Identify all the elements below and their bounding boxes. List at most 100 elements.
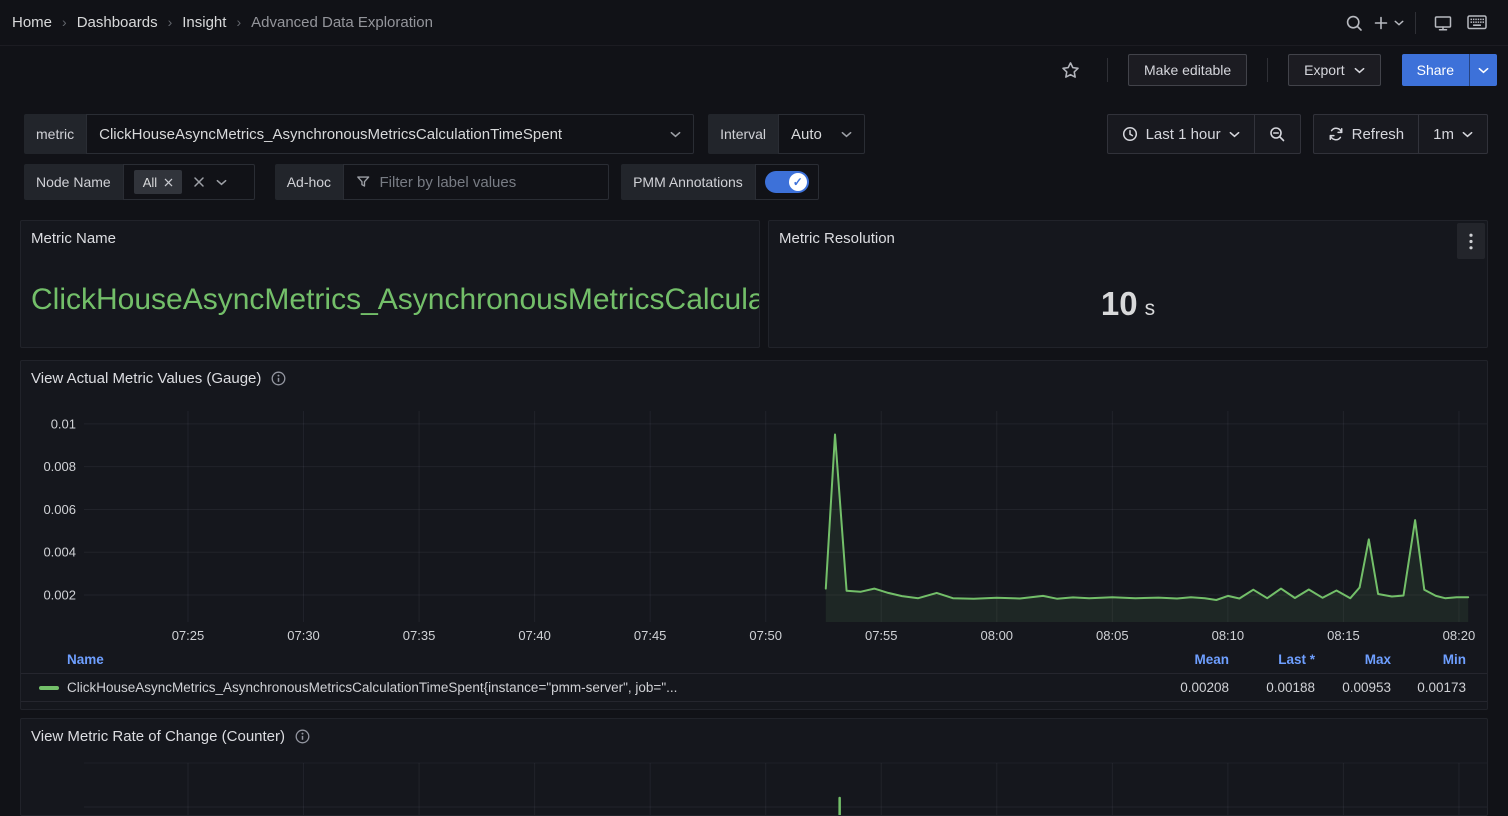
interval-variable-select[interactable]: Auto	[778, 114, 865, 154]
export-button[interactable]: Export	[1288, 54, 1380, 86]
metric-name-panel-title[interactable]: Metric Name	[21, 221, 128, 247]
favorite-star-icon[interactable]	[1053, 54, 1087, 86]
breadcrumb-insight[interactable]: Insight	[182, 14, 226, 31]
legend-stat-value: 0.00173	[1391, 680, 1466, 695]
legend-row: ClickHouseAsyncMetrics_AsynchronousMetri…	[21, 673, 1487, 702]
chevron-down-icon	[1394, 20, 1404, 26]
nav-actions	[1337, 7, 1494, 39]
breadcrumb-separator: ›	[168, 14, 173, 30]
svg-text:08:05: 08:05	[1096, 628, 1129, 643]
chevron-down-icon	[1229, 131, 1240, 138]
pmm-annotations-toggle-box: ✓	[755, 164, 819, 200]
chevron-down-icon	[670, 131, 681, 138]
adhoc-filter-label: Ad-hoc	[275, 164, 343, 200]
interval-variable: Interval Auto	[708, 114, 865, 154]
adhoc-filter-input[interactable]	[380, 174, 597, 191]
gauge-chart-plot[interactable]: 0.0020.0040.0060.0080.0107:2507:3007:350…	[21, 361, 1488, 647]
metric-name-panel: Metric Name ClickHouseAsyncMetrics_Async…	[20, 220, 760, 348]
legend-stat-header[interactable]: Min	[1391, 652, 1466, 667]
gauge-legend: Name MeanLast *MaxMin ClickHouseAsyncMet…	[21, 645, 1487, 702]
refresh-interval-select[interactable]: 1m	[1419, 115, 1487, 153]
breadcrumb-separator: ›	[62, 14, 67, 30]
svg-text:07:25: 07:25	[172, 628, 205, 643]
svg-text:07:50: 07:50	[749, 628, 782, 643]
metric-variable-label: metric	[24, 114, 86, 154]
metric-resolution-panel: Metric Resolution 10s	[768, 220, 1488, 348]
time-range-picker[interactable]: Last 1 hour	[1108, 115, 1254, 153]
breadcrumb-dashboards[interactable]: Dashboards	[77, 14, 158, 31]
svg-text:0.006: 0.006	[43, 502, 76, 517]
search-icon[interactable]	[1337, 7, 1371, 39]
svg-text:07:55: 07:55	[865, 628, 898, 643]
dashboard-toolbar: Make editable Export Share	[0, 46, 1508, 94]
svg-text:08:00: 08:00	[981, 628, 1014, 643]
metric-variable-select[interactable]: ClickHouseAsyncMetrics_AsynchronousMetri…	[86, 114, 694, 154]
chevron-down-icon	[1478, 67, 1489, 74]
panel-menu-kebab-icon[interactable]	[1457, 223, 1485, 259]
info-icon[interactable]	[295, 729, 310, 744]
gauge-panel-title[interactable]: View Actual Metric Values (Gauge)	[21, 361, 298, 387]
chevron-down-icon	[216, 179, 227, 186]
breadcrumb-current-page: Advanced Data Exploration	[251, 14, 433, 31]
node-name-label: Node Name	[24, 164, 123, 200]
time-controls: Last 1 hour Refresh 1m	[1107, 114, 1488, 154]
info-icon[interactable]	[271, 371, 286, 386]
remove-tag-icon	[164, 178, 173, 187]
refresh-group: Refresh 1m	[1313, 114, 1488, 154]
svg-text:08:20: 08:20	[1443, 628, 1476, 643]
kiosk-mode-icon[interactable]	[1426, 7, 1460, 39]
adhoc-filter: Ad-hoc	[275, 164, 609, 200]
node-name-variable: Node Name All	[24, 164, 255, 200]
svg-text:07:45: 07:45	[634, 628, 667, 643]
share-button[interactable]: Share	[1402, 54, 1469, 86]
share-menu-button[interactable]	[1469, 54, 1497, 86]
legend-stat-value: 0.00188	[1229, 680, 1315, 695]
variables-row: metric ClickHouseAsyncMetrics_Asynchrono…	[0, 114, 1508, 154]
divider	[1267, 58, 1268, 82]
legend-stat-header[interactable]: Last *	[1229, 652, 1315, 667]
metric-resolution-panel-title[interactable]: Metric Resolution	[769, 221, 907, 247]
legend-series-name[interactable]: ClickHouseAsyncMetrics_AsynchronousMetri…	[67, 680, 1149, 695]
metric-resolution-value: 10s	[769, 285, 1487, 323]
zoom-out-time-button[interactable]	[1255, 115, 1300, 153]
legend-stat-value: 0.00208	[1149, 680, 1229, 695]
svg-text:07:35: 07:35	[403, 628, 436, 643]
add-new-button[interactable]	[1371, 7, 1405, 39]
divider	[1415, 12, 1416, 34]
make-editable-button[interactable]: Make editable	[1128, 54, 1247, 86]
filter-funnel-icon	[356, 174, 370, 190]
keyboard-shortcuts-icon[interactable]	[1460, 7, 1494, 39]
plus-icon	[1373, 15, 1389, 31]
chevron-down-icon	[841, 131, 852, 138]
adhoc-filter-box	[343, 164, 609, 200]
pmm-annotations-label: PMM Annotations	[621, 164, 755, 200]
breadcrumb-home[interactable]: Home	[12, 14, 52, 31]
time-picker-group: Last 1 hour	[1107, 114, 1301, 154]
legend-header: Name MeanLast *MaxMin	[21, 645, 1487, 673]
toggle-check-icon: ✓	[789, 173, 807, 191]
refresh-icon	[1328, 126, 1344, 142]
svg-text:07:30: 07:30	[287, 628, 320, 643]
svg-text:08:15: 08:15	[1327, 628, 1360, 643]
clear-selection-icon[interactable]	[193, 176, 205, 188]
counter-chart-panel: View Metric Rate of Change (Counter)	[20, 718, 1488, 816]
refresh-button[interactable]: Refresh	[1314, 115, 1419, 153]
legend-column-name[interactable]: Name	[67, 652, 104, 667]
legend-stat-header[interactable]: Max	[1315, 652, 1391, 667]
pmm-annotations-toggle[interactable]: ✓	[765, 171, 809, 193]
node-name-select[interactable]: All	[123, 164, 255, 200]
svg-text:07:40: 07:40	[518, 628, 551, 643]
metric-name-value: ClickHouseAsyncMetrics_AsynchronousMetri…	[31, 283, 759, 317]
node-name-chip-all[interactable]: All	[134, 170, 182, 194]
clock-icon	[1122, 126, 1138, 142]
zoom-out-icon	[1269, 126, 1286, 143]
legend-stat-value: 0.00953	[1315, 680, 1391, 695]
pmm-annotations-control: PMM Annotations ✓	[621, 164, 819, 200]
svg-text:0.004: 0.004	[43, 545, 76, 560]
legend-stat-header[interactable]: Mean	[1149, 652, 1229, 667]
filters-row: Node Name All Ad-hoc PMM Annotations ✓	[0, 164, 1508, 200]
series-color-swatch	[39, 686, 59, 690]
breadcrumb: Home › Dashboards › Insight › Advanced D…	[12, 14, 433, 31]
counter-panel-title[interactable]: View Metric Rate of Change (Counter)	[21, 719, 322, 745]
share-split-button: Share	[1402, 54, 1497, 86]
